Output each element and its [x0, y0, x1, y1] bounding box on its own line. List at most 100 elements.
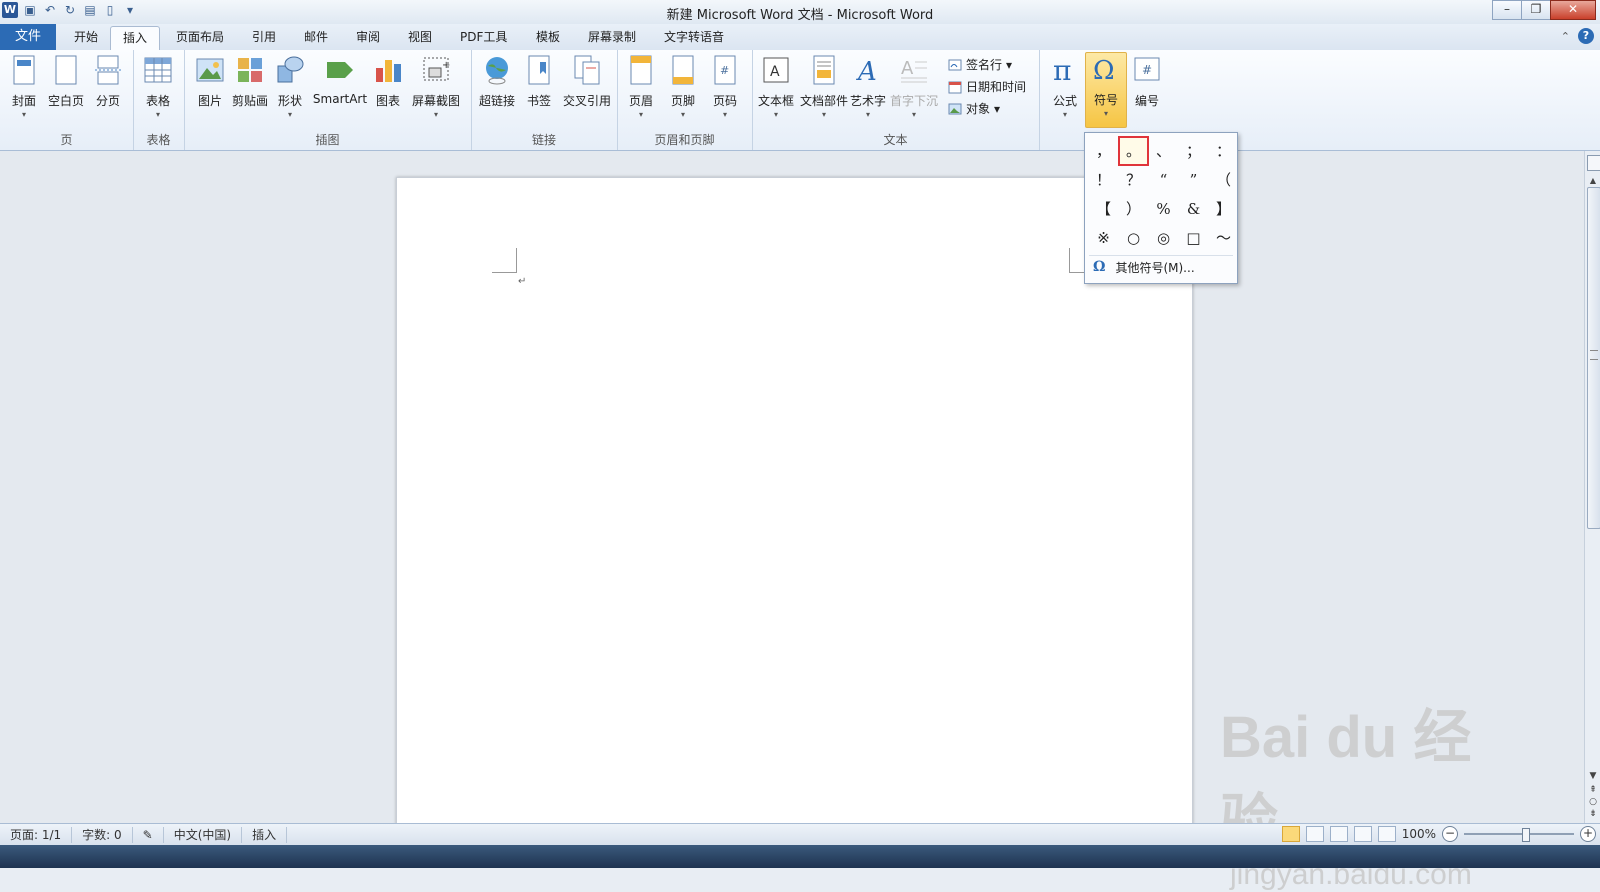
group-label-links: 链接: [531, 133, 556, 147]
outline-view-icon[interactable]: [1353, 826, 1372, 842]
chevron-down-icon: ▾: [433, 110, 438, 119]
cover-page-button[interactable]: 封面 ▾: [4, 54, 44, 119]
language[interactable]: 中文(中国): [164, 827, 243, 843]
chart-button[interactable]: 图表: [368, 54, 408, 109]
symbol-item-selected[interactable]: 。: [1118, 136, 1149, 166]
symbol-item[interactable]: &: [1179, 195, 1208, 223]
symbol-item[interactable]: □: [1179, 224, 1208, 252]
more-symbols-item[interactable]: Ω 其他符号(M)...: [1089, 255, 1233, 278]
tab-references[interactable]: 引用: [240, 26, 288, 49]
web-layout-view-icon[interactable]: [1329, 826, 1348, 842]
tab-screen-record[interactable]: 屏幕录制: [576, 26, 648, 49]
zoom-out-icon[interactable]: −: [1442, 826, 1458, 842]
page-count[interactable]: 页面: 1/1: [0, 827, 73, 843]
symbol-button[interactable]: Ω 符号 ▾: [1085, 52, 1127, 128]
save-icon[interactable]: ▣: [22, 2, 38, 18]
symbol-item[interactable]: ，: [1089, 137, 1118, 165]
vertical-scrollbar[interactable]: ▲ ▼ ⇞ ○ ⇟: [1584, 151, 1600, 823]
scroll-up-icon[interactable]: ▲: [1585, 175, 1600, 187]
print-layout-view-icon[interactable]: [1281, 826, 1300, 842]
symbol-item[interactable]: “: [1149, 166, 1178, 194]
quick-parts-button[interactable]: 文档部件 ▾: [800, 54, 848, 119]
symbol-item[interactable]: %: [1149, 195, 1178, 223]
header-button[interactable]: 页眉 ▾: [621, 54, 661, 119]
browse-object-icon[interactable]: ○: [1585, 797, 1600, 807]
date-time-button[interactable]: 日期和时间: [948, 78, 1026, 95]
symbol-item[interactable]: 【: [1089, 195, 1118, 223]
tab-insert[interactable]: 插入: [110, 26, 161, 51]
wordart-button[interactable]: A 艺术字 ▾: [848, 54, 888, 119]
word-app-icon[interactable]: W: [2, 2, 18, 18]
draft-view-icon[interactable]: [1377, 826, 1396, 842]
symbol-item[interactable]: （: [1209, 166, 1238, 194]
minimize-ribbon-icon[interactable]: ⌃: [1561, 30, 1570, 43]
redo-icon[interactable]: ↻: [62, 2, 78, 18]
symbol-item[interactable]: ○: [1119, 224, 1148, 252]
ruler-toggle-icon[interactable]: [1587, 155, 1600, 171]
tab-review[interactable]: 审阅: [344, 26, 392, 49]
previous-page-icon[interactable]: ⇞: [1585, 785, 1600, 795]
text-box-button[interactable]: A 文本框 ▾: [756, 54, 796, 119]
format-icon[interactable]: ▤: [82, 2, 98, 18]
insert-mode[interactable]: 插入: [242, 827, 288, 843]
symbol-item[interactable]: 、: [1149, 137, 1178, 165]
symbol-item[interactable]: ；: [1179, 137, 1208, 165]
tab-page-layout[interactable]: 页面布局: [164, 26, 236, 49]
table-button[interactable]: 表格 ▾: [138, 54, 178, 119]
new-doc-icon[interactable]: ▯: [102, 2, 118, 18]
symbol-item[interactable]: ◎: [1149, 224, 1178, 252]
document-page[interactable]: ↵: [396, 177, 1193, 823]
chevron-down-icon: ▾: [680, 110, 685, 119]
tab-template[interactable]: 模板: [524, 26, 572, 49]
shapes-button[interactable]: 形状 ▾: [270, 54, 310, 119]
close-button[interactable]: ✕: [1550, 0, 1596, 20]
signature-icon: [948, 59, 962, 70]
undo-icon[interactable]: ↶: [42, 2, 58, 18]
symbol-item[interactable]: ”: [1179, 166, 1208, 194]
tab-text-to-speech[interactable]: 文字转语音: [652, 26, 736, 49]
smartart-button[interactable]: SmartArt: [312, 54, 368, 106]
full-screen-reading-view-icon[interactable]: [1305, 826, 1324, 842]
customize-qat-icon[interactable]: ▾: [122, 2, 138, 18]
tab-mailings[interactable]: 邮件: [292, 26, 340, 49]
scrollbar-thumb[interactable]: [1587, 187, 1600, 529]
hyperlink-button[interactable]: 超链接: [477, 54, 517, 109]
proofing-icon[interactable]: ✎: [133, 827, 164, 843]
symbol-item[interactable]: ～: [1209, 224, 1238, 252]
word-count[interactable]: 字数: 0: [72, 827, 133, 843]
blank-page-button[interactable]: 空白页: [46, 54, 86, 109]
bookmark-button[interactable]: 书签: [519, 54, 559, 109]
zoom-in-icon[interactable]: +: [1580, 826, 1596, 842]
numbering-button[interactable]: # 编号: [1127, 54, 1167, 109]
symbol-item[interactable]: ：: [1209, 137, 1238, 165]
picture-button[interactable]: 图片: [190, 54, 230, 109]
help-icon[interactable]: ?: [1578, 28, 1594, 44]
equation-button[interactable]: π 公式 ▾: [1045, 54, 1085, 119]
scroll-down-icon[interactable]: ▼: [1585, 771, 1600, 781]
page-break-button[interactable]: 分页: [88, 54, 128, 109]
zoom-slider-knob[interactable]: [1522, 828, 1530, 842]
zoom-level[interactable]: 100%: [1402, 827, 1436, 841]
group-label-header-footer: 页眉和页脚: [654, 133, 715, 147]
symbol-item[interactable]: 】: [1209, 195, 1238, 223]
signature-line-button[interactable]: 签名行 ▾: [948, 56, 1012, 73]
restore-button[interactable]: ❐: [1521, 0, 1551, 20]
minimize-button[interactable]: –: [1492, 0, 1522, 20]
symbol-item[interactable]: ）: [1119, 195, 1148, 223]
tab-home[interactable]: 开始: [62, 26, 110, 49]
symbol-item[interactable]: ！: [1089, 166, 1118, 194]
footer-button[interactable]: 页脚 ▾: [663, 54, 703, 119]
page-number-button[interactable]: # 页码 ▾: [705, 54, 745, 119]
symbol-item[interactable]: ？: [1119, 166, 1148, 194]
screenshot-button[interactable]: + 屏幕截图 ▾: [410, 54, 462, 119]
zoom-slider[interactable]: [1464, 828, 1574, 842]
tab-pdf-tools[interactable]: PDF工具: [448, 26, 519, 49]
clip-art-button[interactable]: 剪贴画: [230, 54, 270, 109]
tab-view[interactable]: 视图: [396, 26, 444, 49]
tab-file[interactable]: 文件: [0, 24, 56, 50]
object-button[interactable]: 对象 ▾: [948, 100, 1000, 117]
symbol-item[interactable]: ※: [1089, 224, 1118, 252]
cross-reference-button[interactable]: 交叉引用: [561, 54, 613, 109]
next-page-icon[interactable]: ⇟: [1585, 809, 1600, 819]
drop-cap-button[interactable]: A 首字下沉 ▾: [890, 54, 938, 119]
